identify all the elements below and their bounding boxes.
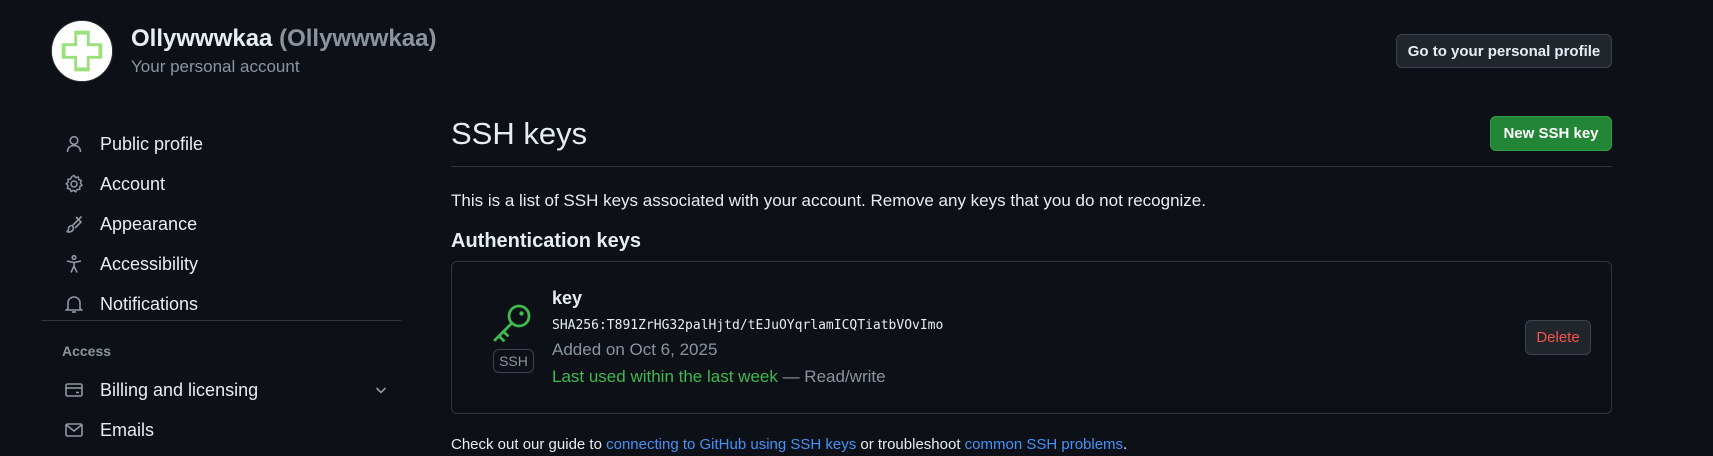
sidebar-item-public-profile[interactable]: Public profile [51, 127, 403, 161]
sidebar-item-label: Emails [100, 419, 155, 440]
sidebar-item-label: Public profile [100, 133, 204, 154]
title-divider [451, 166, 1612, 167]
sidebar-item-label: Billing and licensing [100, 379, 259, 400]
ssh-key-list [451, 261, 1612, 414]
person-icon [60, 134, 88, 154]
credit-card-icon [60, 380, 88, 400]
new-ssh-key-button[interactable]: New SSH key [1490, 116, 1612, 151]
avatar[interactable] [51, 20, 113, 82]
intro-text: This is a list of SSH keys associated wi… [451, 191, 1206, 210]
troubleshoot-link[interactable]: common SSH problems [965, 436, 1123, 453]
bell-icon [60, 294, 88, 314]
gear-icon [60, 174, 88, 194]
mail-icon [60, 420, 88, 440]
ssh-badge: SSH [493, 349, 534, 373]
paintbrush-icon [60, 214, 88, 234]
key-fingerprint: SHA256:T891ZrHG32palHjtd/tEJuOYqrlamICQT… [552, 318, 944, 333]
sidebar-heading-access: Access [62, 343, 112, 359]
sidebar-item-label: Appearance [100, 213, 198, 234]
sidebar-item-appearance[interactable]: Appearance [51, 207, 403, 241]
key-title: key [552, 288, 583, 308]
account-name: Ollywwwkaa (Ollywwwkaa) [131, 25, 436, 53]
sidebar-item-label: Account [100, 173, 166, 194]
connecting-guide-link[interactable]: connecting to GitHub using SSH keys [606, 436, 856, 453]
key-added-date: Added on Oct 6, 2025 [552, 340, 718, 359]
sidebar-item-account[interactable]: Account [51, 167, 403, 201]
key-access-level: — Read/write [777, 367, 886, 386]
account-display-name: Ollywwwkaa [131, 25, 273, 52]
footer-note: Check out our guide to connecting to Git… [451, 436, 1127, 453]
identicon-image [52, 21, 112, 81]
sidebar-item-emails[interactable]: Emails [51, 413, 403, 447]
go-to-profile-button[interactable]: Go to your personal profile [1396, 34, 1612, 68]
account-subtitle: Your personal account [131, 57, 300, 76]
chevron-down-icon[interactable] [373, 382, 389, 398]
delete-key-button[interactable]: Delete [1525, 320, 1591, 355]
footer-middle: or troubleshoot [856, 436, 965, 453]
page-title: SSH keys [451, 116, 588, 151]
account-login: (Ollywwwkaa) [279, 25, 437, 52]
section-title: Authentication keys [451, 230, 642, 252]
key-icon [493, 304, 531, 342]
key-last-used: Last used within the last week — Read/wr… [552, 367, 886, 387]
sidebar-item-label: Notifications [100, 293, 199, 314]
sidebar-item-billing[interactable]: Billing and licensing [51, 373, 403, 407]
footer-suffix: . [1123, 436, 1128, 453]
sidebar-item-notifications[interactable]: Notifications [51, 287, 403, 321]
key-last-used-status: Last used within the last week [552, 367, 778, 386]
sidebar-divider [42, 320, 402, 321]
sidebar-item-accessibility[interactable]: Accessibility [51, 247, 403, 281]
footer-prefix: Check out our guide to [451, 436, 607, 453]
sidebar-item-label: Accessibility [100, 253, 199, 274]
accessibility-icon [60, 254, 88, 274]
